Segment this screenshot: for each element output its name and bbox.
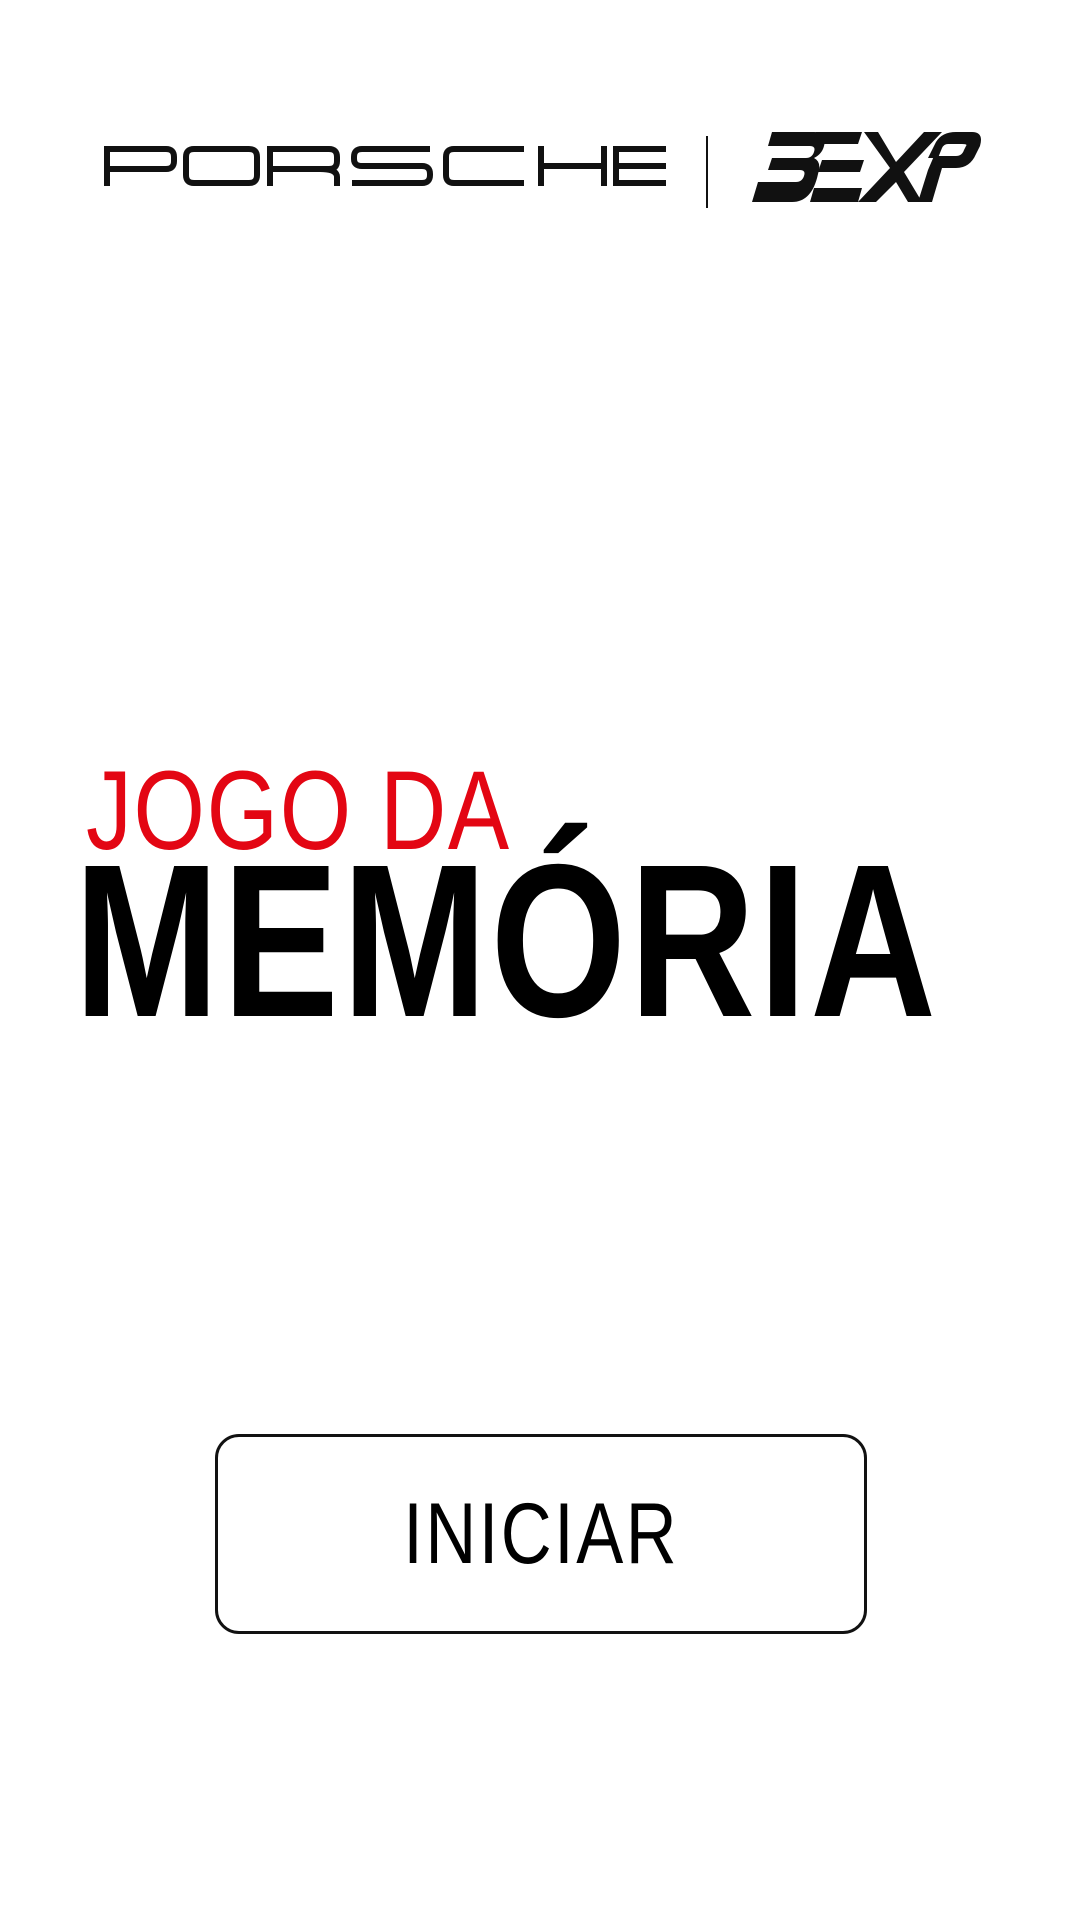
memory-game-start-screen: JOGO DA MEMÓRIA INICIAR [0,0,1080,1920]
game-title: JOGO DA MEMÓRIA [0,755,1080,1085]
bexp-logo [752,132,982,204]
logo-divider [706,136,708,208]
header-logo-bar [0,130,1080,210]
title-line-memoria: MEMÓRIA [74,820,940,1063]
porsche-logo [104,146,666,186]
start-button[interactable]: INICIAR [215,1434,867,1634]
start-button-label: INICIAR [403,1486,679,1582]
bexp-wordmark-icon [752,132,981,202]
porsche-wordmark-icon [104,146,666,186]
